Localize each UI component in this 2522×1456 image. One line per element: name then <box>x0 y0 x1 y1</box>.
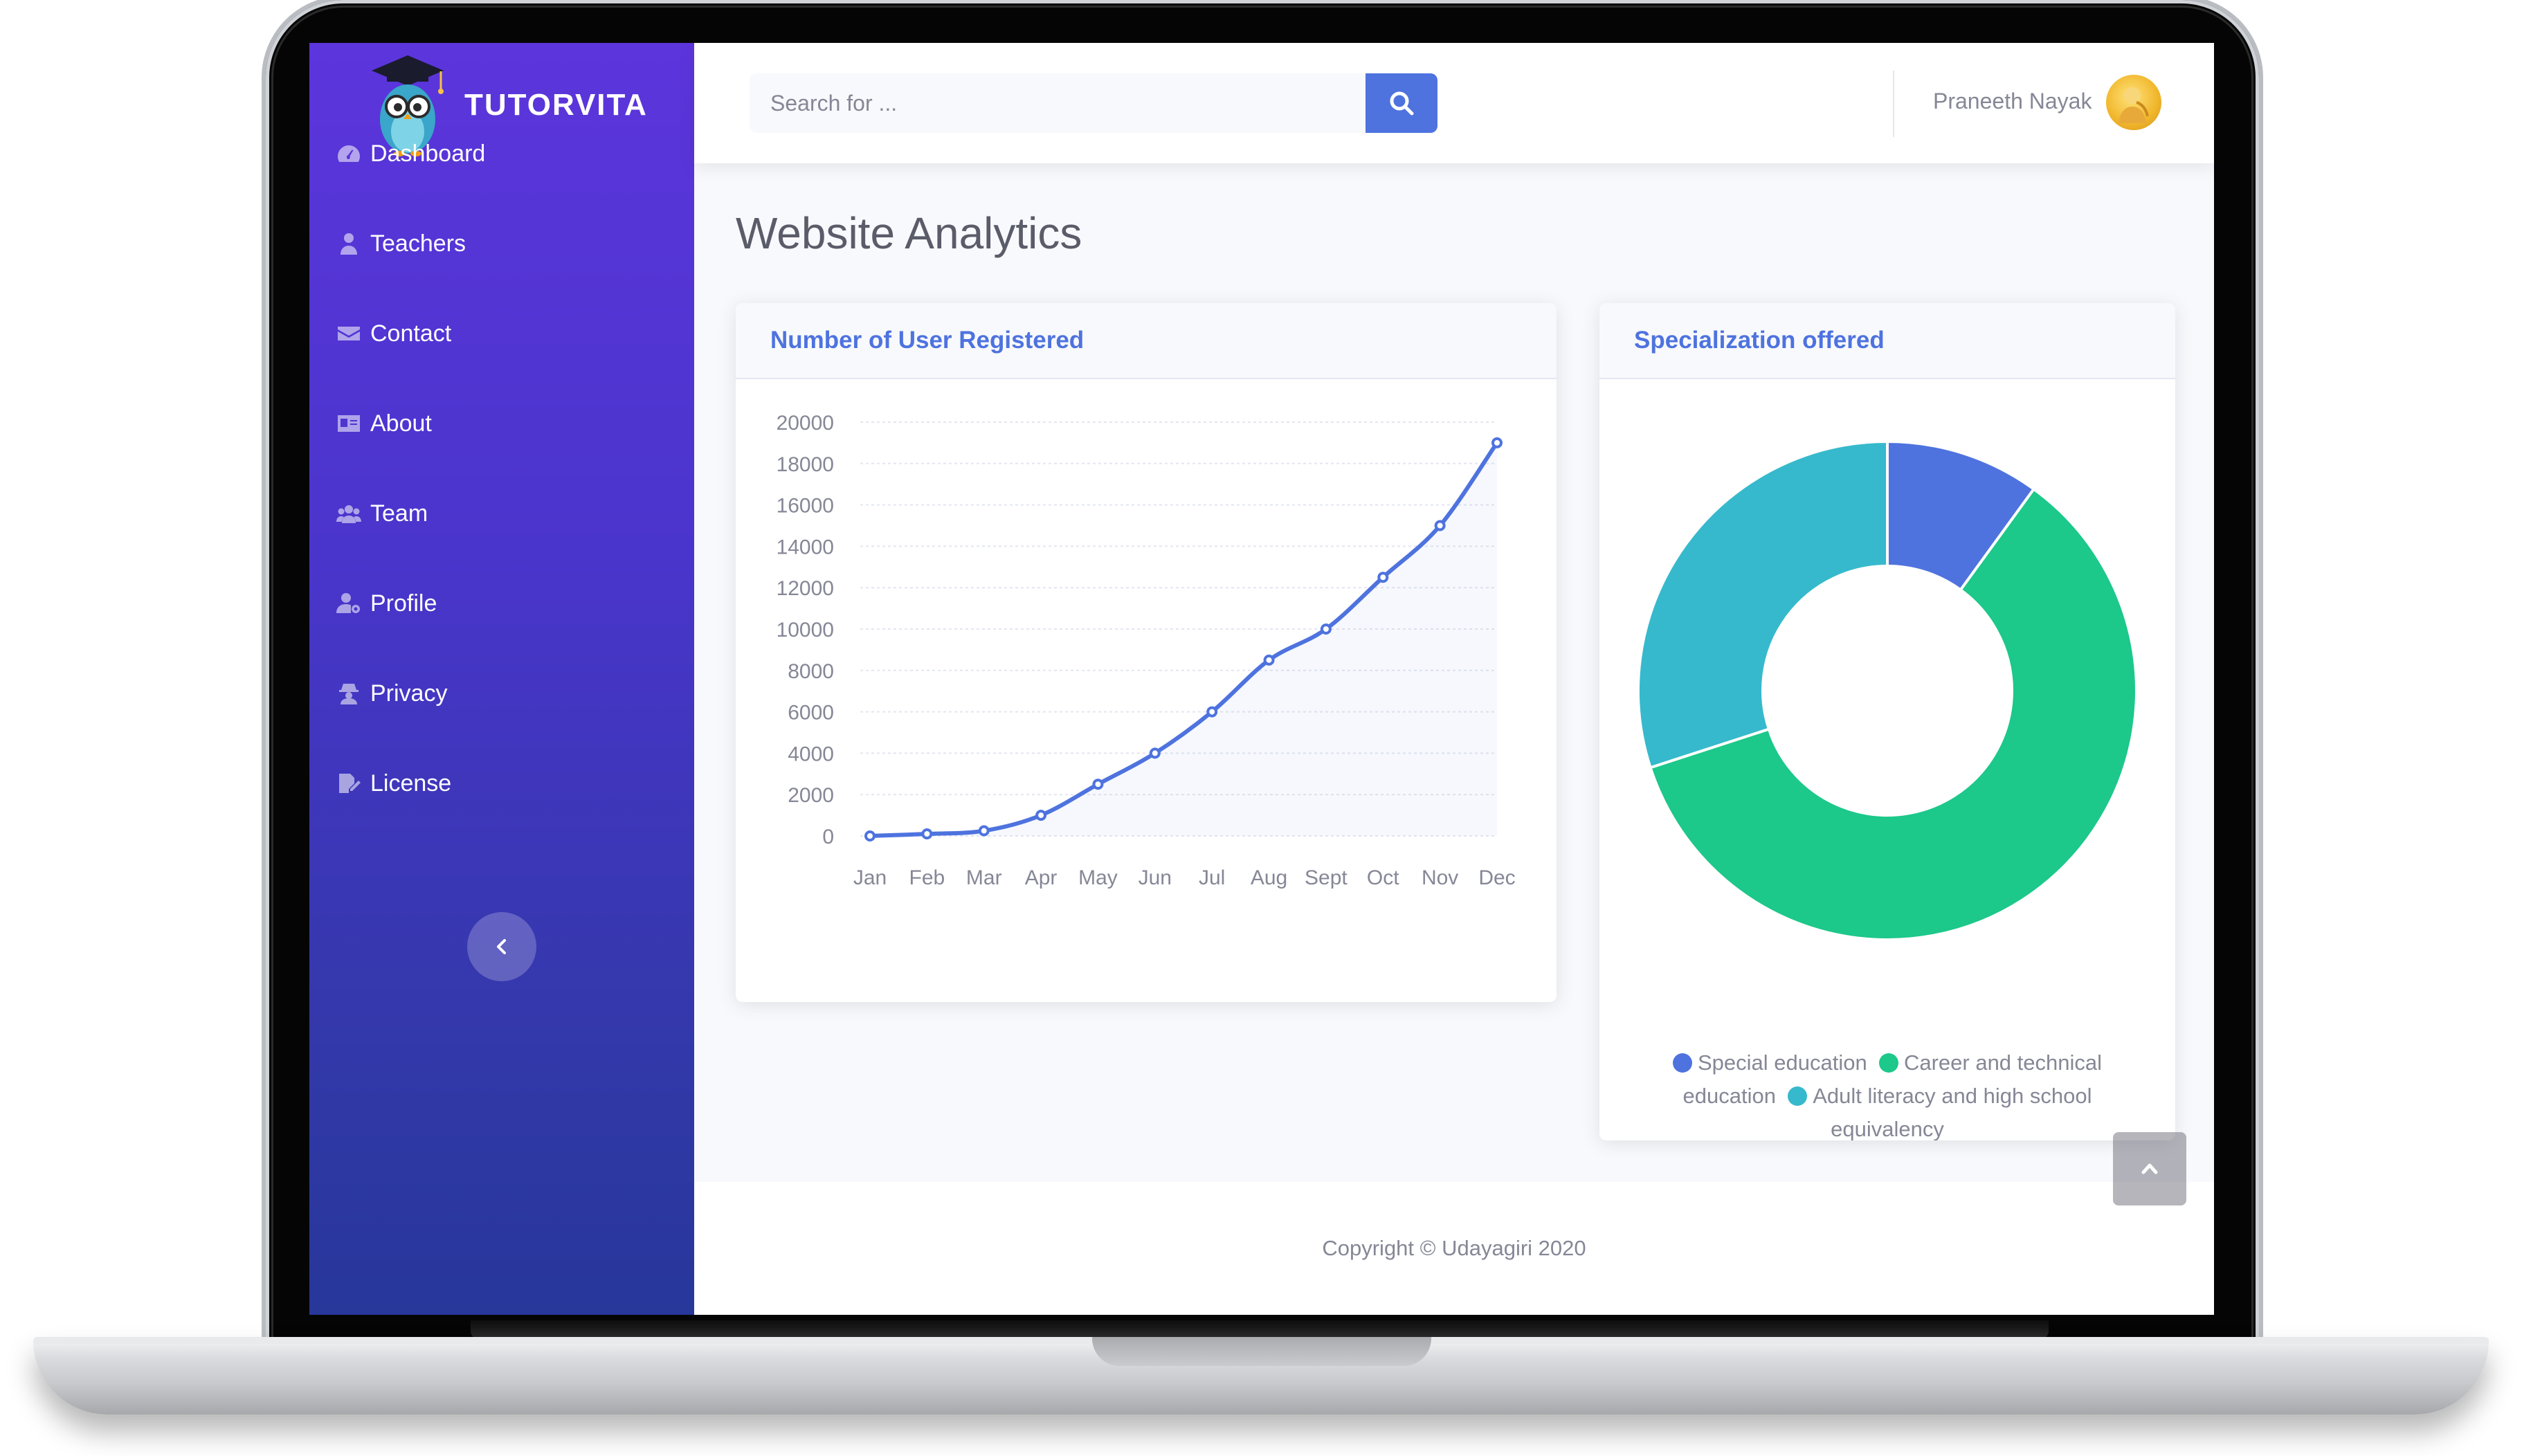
y-tick-label: 8000 <box>788 660 834 683</box>
sidebar-toggle-button[interactable] <box>467 912 536 981</box>
y-tick-label: 4000 <box>788 743 834 765</box>
line-chart-card: Number of User Registered 0 2000 4000 6000 8… <box>736 303 1557 1002</box>
line-point <box>1434 520 1446 531</box>
topbar: Praneeth Nayak <box>694 43 2214 163</box>
sidebar-item-label: Privacy <box>370 680 448 707</box>
legend-swatch <box>1672 1053 1692 1073</box>
sidebar-item-label: Team <box>370 500 428 527</box>
user-cog-icon <box>336 592 362 615</box>
sidebar-item-profile[interactable]: Profile <box>336 577 437 630</box>
sidebar-item-label: Contact <box>370 320 452 347</box>
y-tick-label: 2000 <box>788 784 834 807</box>
tachometer-icon <box>336 142 362 165</box>
sidebar-item-label: Dashboard <box>370 140 486 167</box>
chart-legend: Special education Career and technical e… <box>1627 1046 2148 1140</box>
chevron-up-icon <box>2141 1163 2158 1174</box>
legend-item[interactable]: Adult literacy and high school equivalen… <box>1782 1084 2092 1140</box>
users-icon <box>336 502 362 525</box>
legend-label: Special education <box>1697 1050 1867 1075</box>
topbar-divider <box>1893 71 1894 137</box>
avatar-image <box>2119 87 2149 123</box>
line-area-fill <box>870 442 1497 836</box>
id-card-icon <box>336 412 362 435</box>
x-tick-label: Jan <box>853 866 887 889</box>
chevron-left-icon <box>497 939 506 954</box>
sidebar: TUTORVITA Dashboard Teachers Contact Abo… <box>309 43 694 1315</box>
line-chart: 0 2000 4000 6000 8000 10000 12000 14000 16000 180… <box>777 412 1516 889</box>
laptop-notch <box>1092 1337 1431 1366</box>
legend-swatch <box>1878 1053 1898 1073</box>
scroll-to-top-button[interactable] <box>2113 1132 2186 1205</box>
page-title: Website Analytics <box>736 208 1082 258</box>
line-point <box>1491 437 1503 448</box>
sidebar-item-label: About <box>370 410 432 437</box>
line-point <box>921 828 933 840</box>
x-tick-label: Oct <box>1367 866 1399 889</box>
sidebar-item-team[interactable]: Team <box>336 487 428 540</box>
sidebar-item-label: Teachers <box>370 230 466 257</box>
donut-chart <box>1637 439 2138 941</box>
laptop-hinge <box>471 1320 2049 1338</box>
search-button[interactable] <box>1366 73 1437 133</box>
line-point <box>978 825 990 837</box>
x-tick-label: Dec <box>1478 866 1515 889</box>
x-tick-label: Mar <box>966 866 1002 889</box>
x-tick-label: Jul <box>1199 866 1225 889</box>
card-header: Number of User Registered <box>736 303 1557 379</box>
envelope-icon <box>336 322 362 345</box>
user-secret-icon <box>336 682 362 705</box>
line-point <box>1035 810 1047 821</box>
sidebar-item-contact[interactable]: Contact <box>336 307 451 360</box>
legend-label: Adult literacy and high school equivalen… <box>1813 1084 2092 1140</box>
line-point <box>1320 624 1332 635</box>
card-title: Specialization offered <box>1634 327 1885 354</box>
user-tie-icon <box>336 232 362 255</box>
line-point <box>1149 747 1161 759</box>
sidebar-item-dashboard[interactable]: Dashboard <box>336 127 485 180</box>
sidebar-item-label: License <box>370 770 452 797</box>
x-tick-label: Nov <box>1422 866 1458 889</box>
y-tick-label: 14000 <box>777 536 834 558</box>
sidebar-item-teachers[interactable]: Teachers <box>336 217 466 270</box>
x-tick-label: Aug <box>1251 866 1287 889</box>
legend-item[interactable]: Special education <box>1672 1050 1867 1075</box>
sidebar-item-label: Profile <box>370 590 437 617</box>
line-point <box>1092 779 1104 790</box>
line-point <box>864 830 876 841</box>
sidebar-item-license[interactable]: License <box>336 757 451 810</box>
file-signature-icon <box>336 772 362 795</box>
line-point <box>1263 654 1275 666</box>
y-tick-label: 10000 <box>777 619 834 641</box>
user-name[interactable]: Praneeth Nayak <box>1933 89 2092 114</box>
y-tick-label: 16000 <box>777 495 834 518</box>
y-tick-label: 12000 <box>777 577 834 600</box>
y-tick-label: 0 <box>822 826 834 848</box>
footer: Copyright © Udayagiri 2020 <box>694 1182 2214 1315</box>
donut-slice <box>1637 439 1889 770</box>
donut-chart-card: Specialization offered Special education… <box>1599 303 2175 1140</box>
y-tick-label: 20000 <box>777 412 834 435</box>
x-tick-label: Apr <box>1025 866 1058 889</box>
card-header: Specialization offered <box>1599 303 2175 379</box>
x-tick-label: Jun <box>1138 866 1172 889</box>
search-input[interactable] <box>750 73 1366 133</box>
line-point <box>1377 572 1389 583</box>
search-icon <box>1390 91 1414 116</box>
y-tick-label: 6000 <box>788 702 834 725</box>
legend-swatch <box>1788 1086 1808 1106</box>
avatar[interactable] <box>2106 75 2161 130</box>
x-tick-label: May <box>1078 866 1118 889</box>
sidebar-item-about[interactable]: About <box>336 397 432 450</box>
line-point <box>1206 706 1218 718</box>
sidebar-item-privacy[interactable]: Privacy <box>336 667 447 720</box>
screen: TUTORVITA Dashboard Teachers Contact Abo… <box>309 43 2214 1315</box>
brand-name: TUTORVITA <box>464 88 648 122</box>
card-title: Number of User Registered <box>770 327 1085 354</box>
copyright-text: Copyright © Udayagiri 2020 <box>1322 1236 1586 1260</box>
x-tick-label: Feb <box>909 866 945 889</box>
y-tick-label: 18000 <box>777 453 834 476</box>
x-tick-label: Sept <box>1305 866 1348 889</box>
